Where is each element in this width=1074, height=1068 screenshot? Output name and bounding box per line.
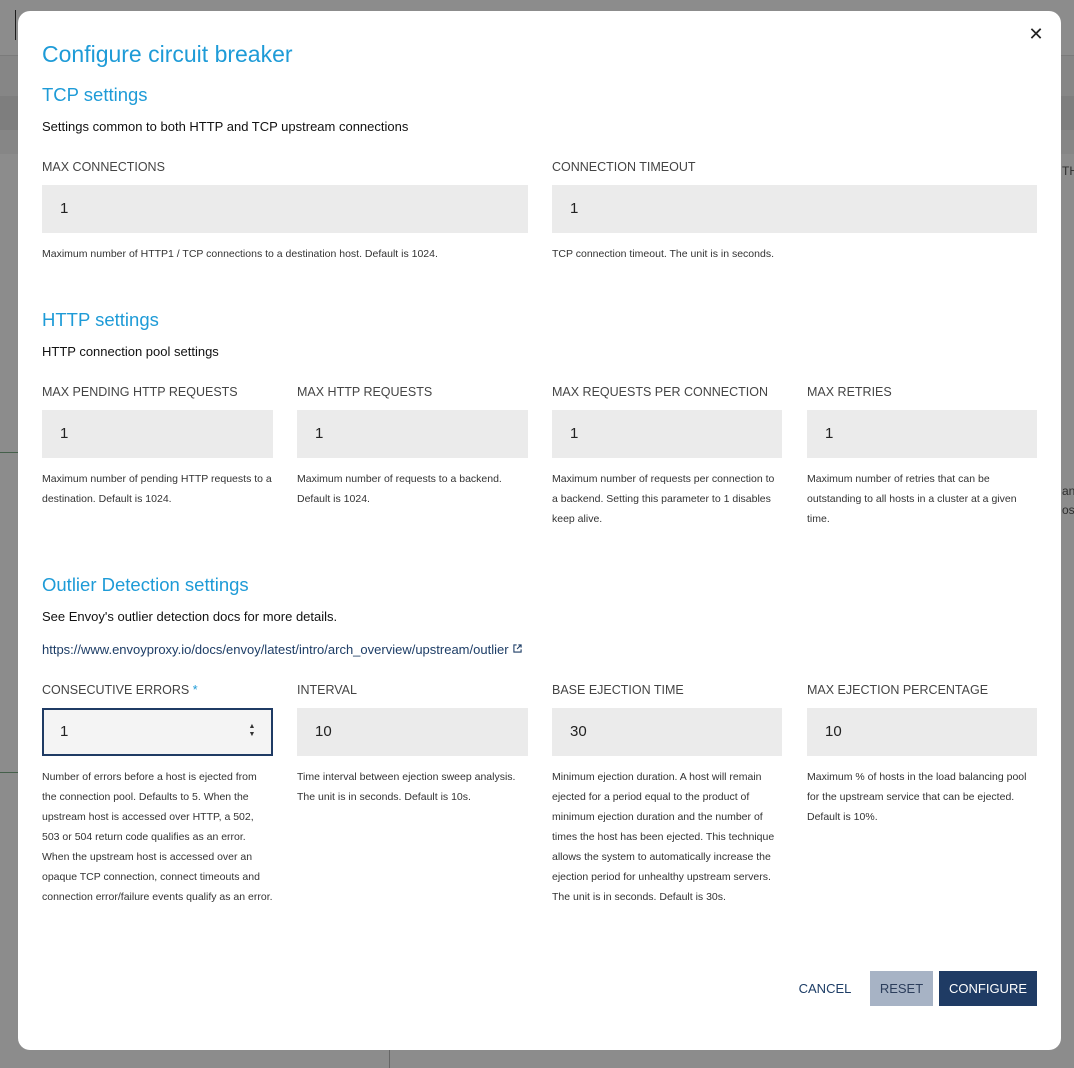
max-ejection-percentage-input[interactable]: 10 (807, 708, 1037, 756)
interval-input[interactable]: 10 (297, 708, 528, 756)
field-label: MAX PENDING HTTP REQUESTS (42, 385, 238, 399)
max-pending-http-requests-input[interactable]: 1 (42, 410, 273, 458)
max-retries-input[interactable]: 1 (807, 410, 1037, 458)
field-help: Maximum number of retries that can be ou… (807, 473, 1017, 525)
field-help: Maximum number of requests to a backend.… (297, 473, 502, 505)
base-ejection-time-input[interactable]: 30 (552, 708, 782, 756)
field-label-text: CONSECUTIVE ERRORS (42, 683, 190, 697)
max-http-requests-field: MAX HTTP REQUESTS 1 Maximum number of re… (297, 385, 528, 509)
number-stepper[interactable]: ▲ ▼ (247, 723, 257, 739)
field-help: Maximum % of hosts in the load balancing… (807, 771, 1027, 823)
tcp-section-title: TCP settings (42, 84, 148, 105)
consecutive-errors-field: CONSECUTIVE ERRORS * 1 ▲ ▼ Number of err… (42, 683, 273, 907)
field-label: MAX EJECTION PERCENTAGE (807, 683, 989, 697)
tcp-section-description: Settings common to both HTTP and TCP ups… (42, 119, 409, 134)
http-section-description: HTTP connection pool settings (42, 344, 219, 359)
max-connections-input[interactable]: 1 (42, 185, 528, 233)
max-pending-http-requests-field: MAX PENDING HTTP REQUESTS 1 Maximum numb… (42, 385, 273, 509)
close-icon[interactable]: ✕ (1026, 25, 1046, 45)
outlier-section-description: See Envoy's outlier detection docs for m… (42, 609, 338, 624)
consecutive-errors-input[interactable]: 1 ▲ ▼ (42, 708, 273, 756)
field-help: Maximum number of pending HTTP requests … (42, 473, 272, 505)
max-ejection-percentage-field: MAX EJECTION PERCENTAGE 10 Maximum % of … (807, 683, 1037, 827)
field-label: CONSECUTIVE ERRORS * (42, 683, 273, 699)
external-link-icon (512, 644, 522, 653)
field-help: Maximum number of requests per connectio… (552, 473, 775, 525)
field-label: INTERVAL (297, 683, 357, 697)
field-label: CONNECTION TIMEOUT (552, 160, 696, 174)
field-help: Maximum number of HTTP1 / TCP connection… (42, 248, 438, 260)
outlier-docs-link-text[interactable]: https://www.envoyproxy.io/docs/envoy/lat… (42, 642, 509, 657)
cancel-button[interactable]: CANCEL (788, 971, 862, 1006)
interval-field: INTERVAL 10 Time interval between ejecti… (297, 683, 528, 807)
max-retries-field: MAX RETRIES 1 Maximum number of retries … (807, 385, 1037, 529)
field-label: BASE EJECTION TIME (552, 683, 684, 697)
max-requests-per-connection-field: MAX REQUESTS PER CONNECTION 1 Maximum nu… (552, 385, 782, 529)
field-label: MAX HTTP REQUESTS (297, 385, 433, 399)
field-label: MAX REQUESTS PER CONNECTION (552, 385, 768, 399)
dialog-title: Configure circuit breaker (42, 41, 293, 67)
configure-button[interactable]: CONFIGURE (939, 971, 1037, 1006)
consecutive-errors-value: 1 (60, 723, 69, 740)
field-label: MAX RETRIES (807, 385, 892, 399)
circuit-breaker-dialog: ✕ Configure circuit breaker TCP settings… (18, 11, 1061, 1050)
connection-timeout-field: CONNECTION TIMEOUT 1 TCP connection time… (552, 160, 1037, 264)
outlier-section-title: Outlier Detection settings (42, 574, 249, 595)
connection-timeout-input[interactable]: 1 (552, 185, 1037, 233)
field-label: MAX CONNECTIONS (42, 160, 165, 174)
field-help: TCP connection timeout. The unit is in s… (552, 248, 774, 260)
max-http-requests-input[interactable]: 1 (297, 410, 528, 458)
http-section-title: HTTP settings (42, 309, 159, 330)
outlier-docs-link[interactable]: https://www.envoyproxy.io/docs/envoy/lat… (42, 642, 522, 657)
max-connections-field: MAX CONNECTIONS 1 Maximum number of HTTP… (42, 160, 528, 264)
field-help: Minimum ejection duration. A host will r… (552, 771, 775, 903)
field-help: Time interval between ejection sweep ana… (297, 771, 516, 803)
base-ejection-time-field: BASE EJECTION TIME 30 Minimum ejection d… (552, 683, 782, 907)
required-marker: * (192, 683, 198, 697)
field-help: Number of errors before a host is ejecte… (42, 771, 273, 903)
max-requests-per-connection-input[interactable]: 1 (552, 410, 782, 458)
stepper-up-icon[interactable]: ▲ (247, 723, 257, 731)
stepper-down-icon[interactable]: ▼ (247, 731, 257, 739)
reset-button[interactable]: RESET (870, 971, 933, 1006)
